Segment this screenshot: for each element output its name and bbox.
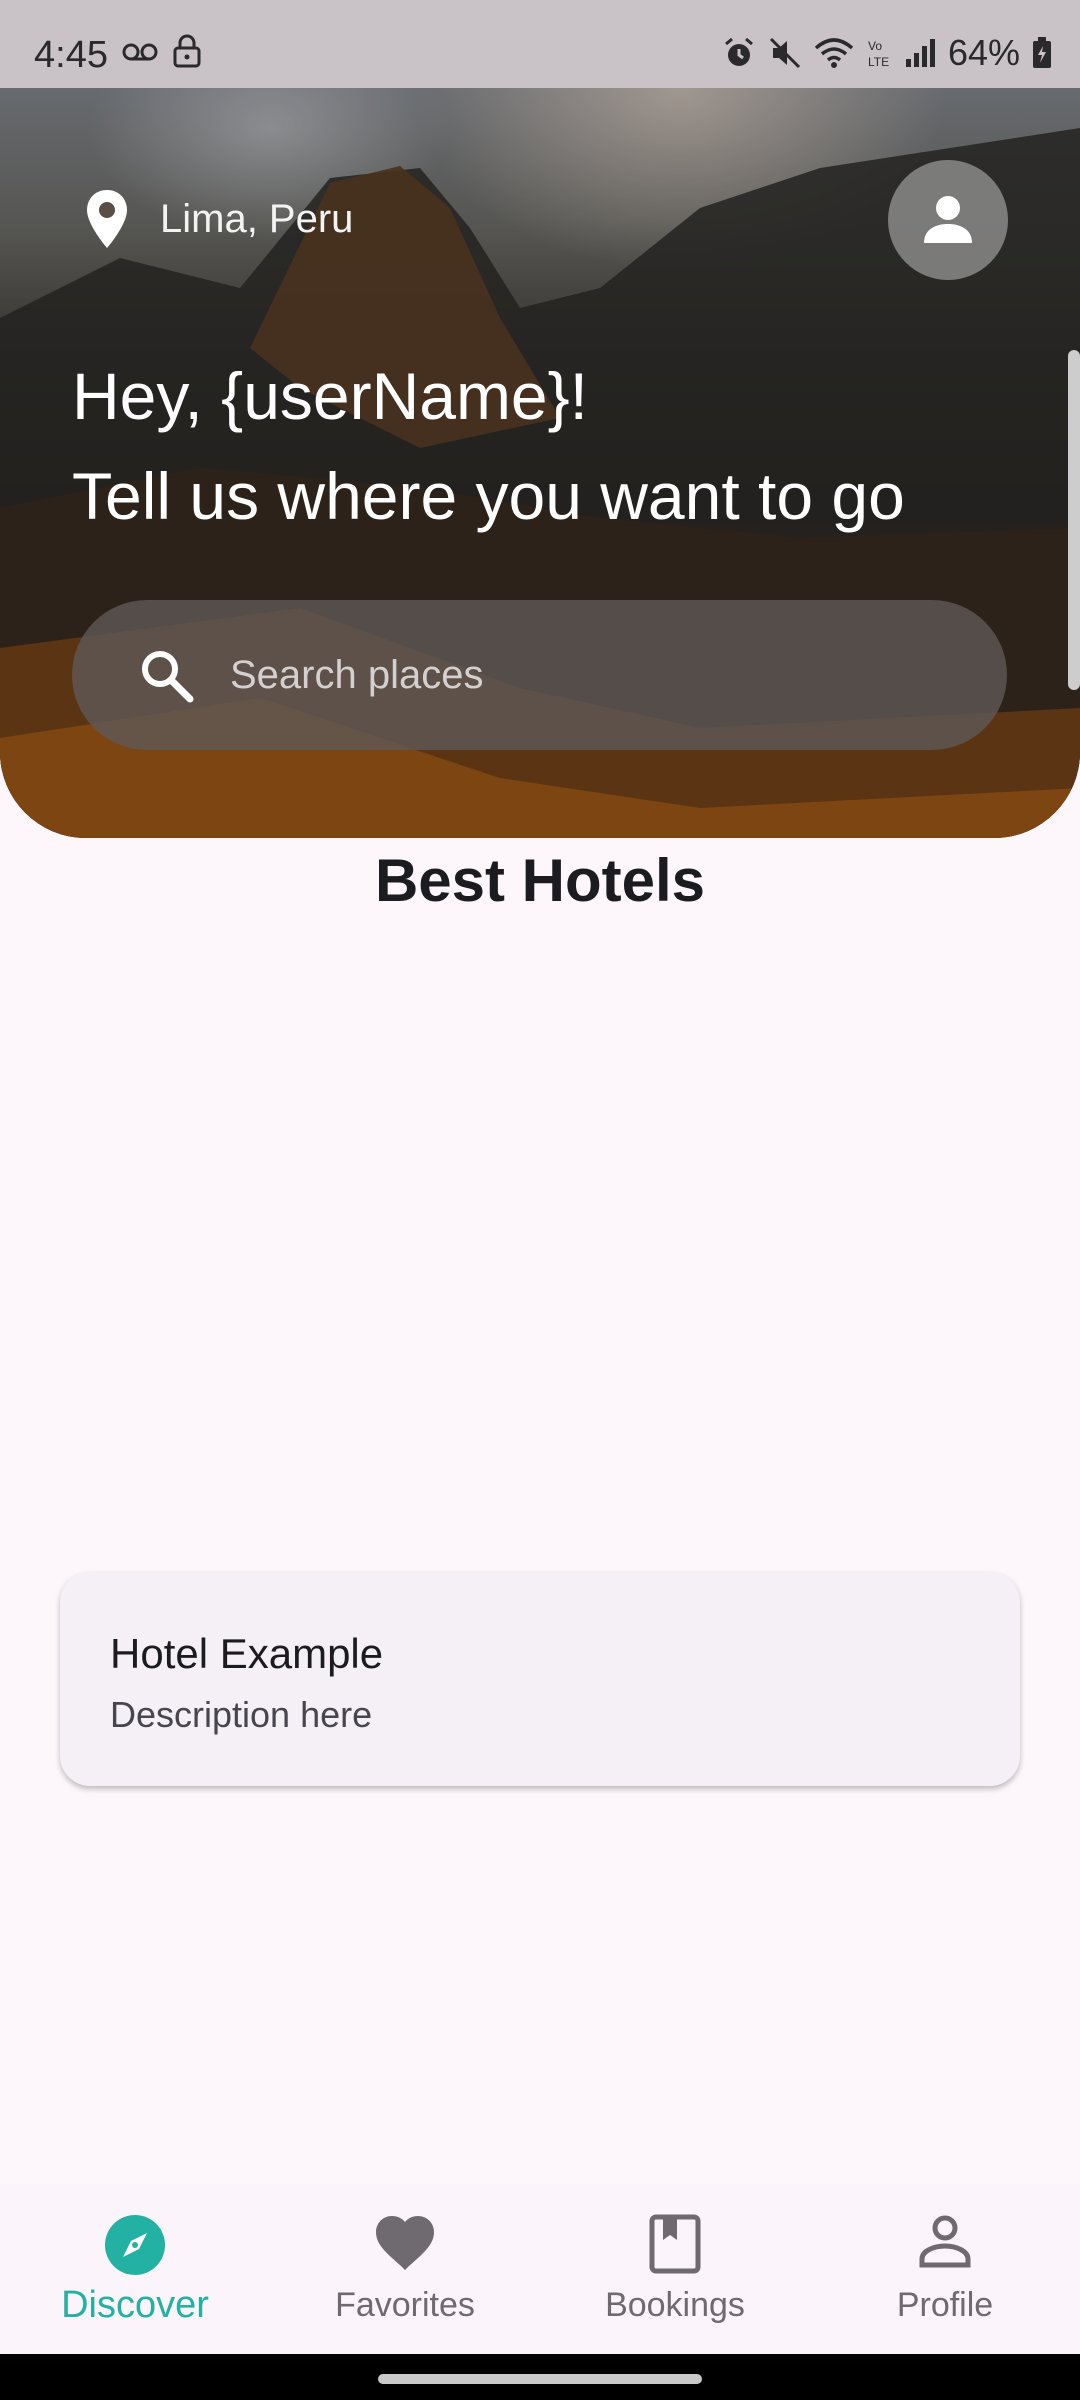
battery-icon <box>1033 37 1051 68</box>
home-gesture-handle[interactable] <box>378 2374 702 2384</box>
svg-text:LTE: LTE <box>868 55 889 69</box>
mute-icon <box>769 37 800 69</box>
nav-item-bookings[interactable]: Bookings <box>540 2184 810 2354</box>
greeting-line-2: Tell us where you want to go <box>72 459 905 533</box>
status-time: 4:45 <box>34 34 108 76</box>
nav-label-bookings: Bookings <box>605 2286 745 2324</box>
bottom-navigation: Discover Favorites Bookings Profile <box>0 2184 1080 2354</box>
battery-percent: 64% <box>947 32 1020 73</box>
svg-text:Vo: Vo <box>868 39 882 53</box>
heart-icon <box>376 2216 434 2270</box>
signal-icon <box>905 39 935 67</box>
scrollbar[interactable] <box>1068 350 1080 690</box>
search-input[interactable] <box>228 651 932 699</box>
person-icon <box>924 196 972 243</box>
nav-item-discover[interactable]: Discover <box>0 2184 270 2354</box>
search-icon <box>142 651 194 703</box>
location-label: Lima, Peru <box>160 196 354 241</box>
location-pin-icon <box>87 190 127 248</box>
nav-label-favorites: Favorites <box>335 2286 475 2324</box>
nav-label-profile: Profile <box>896 2286 994 2324</box>
compass-icon <box>105 2215 165 2275</box>
alarm-icon <box>724 37 753 66</box>
hotel-card[interactable]: Hotel Example Description here <box>60 1572 1020 1786</box>
search-bar[interactable] <box>72 600 1007 750</box>
nav-item-favorites[interactable]: Favorites <box>270 2184 540 2354</box>
person-outline-icon <box>919 2215 971 2268</box>
greeting-line-1: Hey, {userName}! <box>72 359 589 433</box>
hero-header: Lima, Peru Hey, {userName}! Tell us wher… <box>0 88 1080 838</box>
lock-icon <box>173 34 201 68</box>
status-bar: 4:45 Vo LTE 64% <box>0 0 1080 88</box>
volte-icon: Vo LTE <box>868 39 889 69</box>
section-title: Best Hotels <box>374 847 706 914</box>
location-selector[interactable]: Lima, Peru <box>84 188 353 250</box>
book-icon <box>649 2214 701 2274</box>
system-gesture-bar <box>0 2354 1080 2400</box>
wifi-icon <box>814 38 854 68</box>
hotel-name: Hotel Example <box>110 1630 384 1677</box>
nav-label-discover: Discover <box>61 2284 209 2326</box>
voicemail-icon <box>122 43 158 61</box>
nav-item-profile[interactable]: Profile <box>810 2184 1080 2354</box>
greeting: Hey, {userName}! Tell us where you want … <box>72 346 905 546</box>
profile-avatar-button[interactable] <box>888 160 1008 280</box>
hotel-description: Description here <box>110 1694 373 1735</box>
